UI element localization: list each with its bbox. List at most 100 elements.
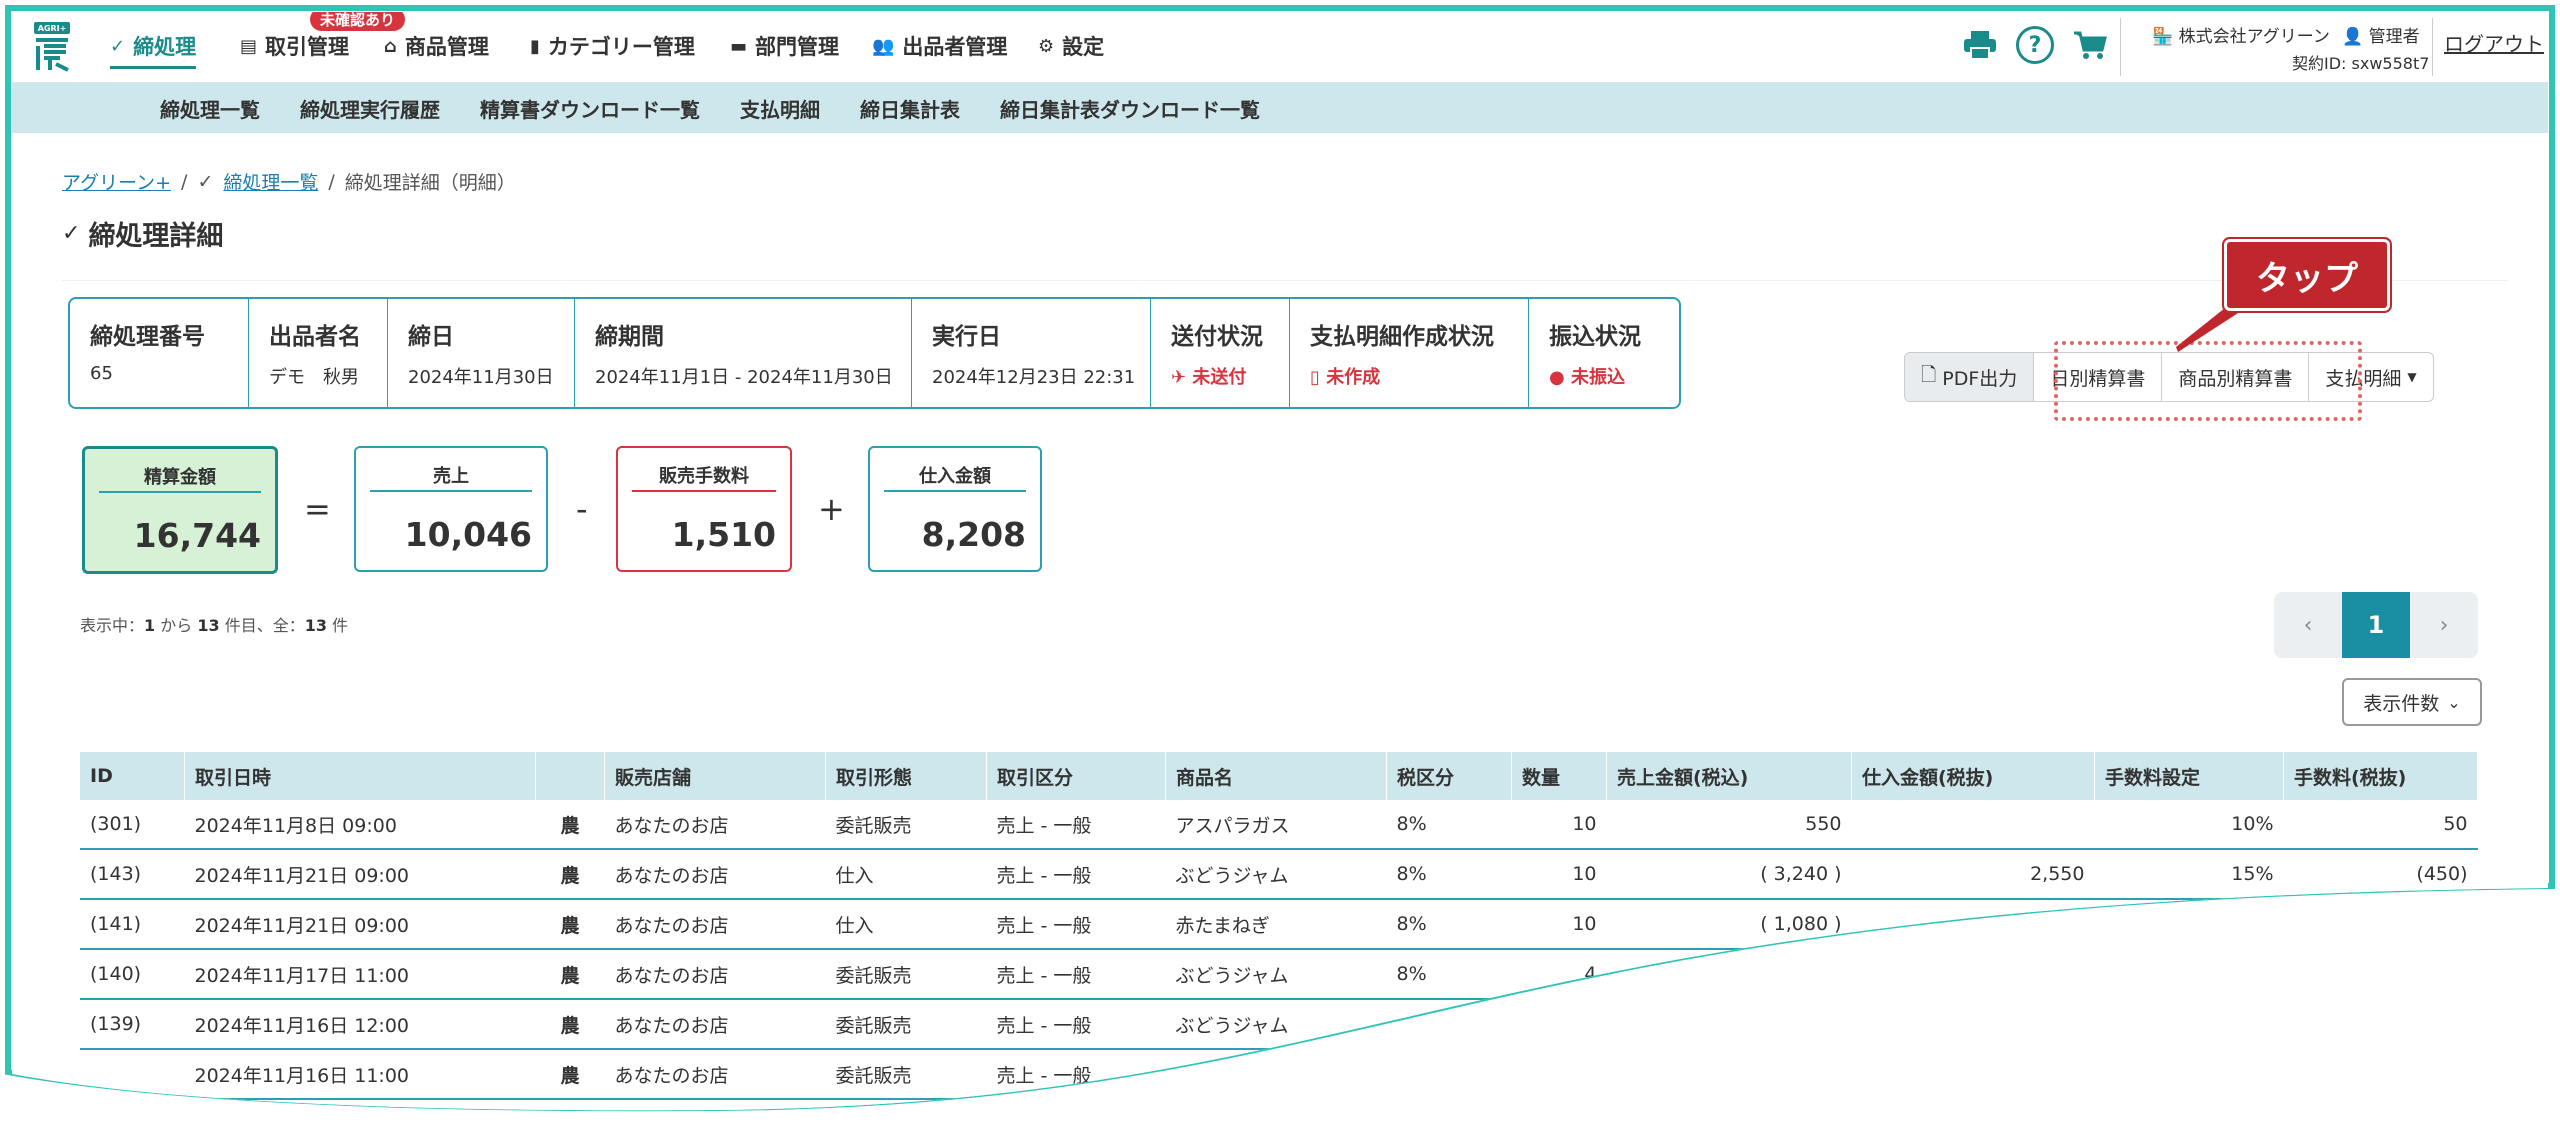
subnav-summary[interactable]: 締日集計表 [860,94,960,123]
col-purchase[interactable]: 仕入金額(税抜) [1852,752,2095,800]
info-send-status: 送付状況 ✈ 未送付 [1151,299,1290,407]
subnav-summary-download[interactable]: 締日集計表ダウンロード一覧 [1000,94,1260,123]
nav-category[interactable]: ▮ カテゴリー管理 [530,28,695,64]
nav-shohin[interactable]: ⌂ 商品管理 [384,28,489,64]
tap-callout: タップ [2227,242,2387,308]
nav-bumon[interactable]: ▬ 部門管理 [730,28,839,64]
transfer-status-value: ● 未振込 [1549,363,1659,389]
info-payment-status: 支払明細作成状況 ▯ 未作成 [1290,299,1529,407]
pagination-prev[interactable]: ‹ [2274,592,2342,658]
cell-shop-icon: 農 [536,849,605,899]
send-icon: ✈ [1171,367,1187,388]
table-row[interactable]: (301) 2024年11月8日 09:00 農あなたのお店 委託販売 売上 - 一般ア… [80,800,2478,849]
pagination: ‹ 1 › [2274,592,2478,658]
logo-icon[interactable]: AGRI+ [30,20,74,72]
table-row[interactable]: (143) 2024年11月21日 09:00 農あなたのお店 仕入 売上 - 一般 ぶど… [80,849,2478,899]
info-header: 出品者名 [269,324,361,350]
check-circle-icon: ✓ [110,35,126,57]
col-product[interactable]: 商品名 [1166,752,1387,800]
cell-tax: 8% [1387,949,1512,999]
cell-product: ぶどうジャム [1166,849,1387,899]
cell-store: あなたのお店 [605,800,826,849]
folder-icon: ▬ [730,35,748,57]
nav-settings[interactable]: ⚙ 設定 [1038,28,1104,64]
nav-torihiki[interactable]: ▤ 取引管理 [240,28,349,64]
cell-fee-setting: 15% [2095,849,2284,899]
cell-category: 売上 - 一般 [987,899,1166,949]
col-type[interactable]: 取引形態 [826,752,987,800]
subnav-payment[interactable]: 支払明細 [740,94,820,123]
contract-id: 契約ID: sxw558t7 [2292,54,2430,73]
col-category[interactable]: 取引区分 [987,752,1166,800]
cell-fee-setting: 10% [2095,800,2284,849]
highlight-dotted-box [2054,341,2362,421]
fee-label: 販売手数料 [632,462,776,492]
cell-product: アスパラガス [1166,800,1387,849]
cell-store: あなたのお店 [605,949,826,999]
cell-id: (301) [80,800,185,849]
nav-label: カテゴリー管理 [547,35,695,59]
cell-quantity: 10 [1512,899,1607,949]
cell-category: 売上 - 一般 [987,800,1166,849]
nav-label: 締処理 [133,35,197,59]
cart-icon[interactable] [2072,27,2108,63]
per-page-dropdown[interactable]: 表示件数 ⌄ [2342,678,2482,726]
logout-link[interactable]: ログアウト [2444,28,2544,57]
cell-purchase: 2,550 [1852,849,2095,899]
nav-shupinsha[interactable]: 👥 出品者管理 [872,28,1007,64]
cell-quantity: 10 [1512,800,1607,849]
nav-shimeshori[interactable]: ✓ 締処理 [110,28,196,69]
pagination-next[interactable]: › [2410,592,2478,658]
company-label: 株式会社アグリーン [2178,27,2330,47]
col-id[interactable]: ID [80,752,185,800]
col-sales[interactable]: 売上金額(税込) [1607,752,1852,800]
col-datetime[interactable]: 取引日時 [185,752,536,800]
cell-product: 赤たまねぎ [1166,899,1387,949]
cell-type: 委託販売 [826,999,987,1049]
pdf-export-button[interactable]: 🗋 PDF出力 [1905,353,2034,401]
col-store[interactable]: 販売店舗 [605,752,826,800]
cell-tax: 8% [1387,800,1512,849]
subnav-history[interactable]: 締処理実行履歴 [300,94,440,123]
check-circle-icon: ✓ [62,221,81,246]
cell-store: あなたのお店 [605,1049,826,1099]
purchase-box: 仕入金額 8,208 [868,446,1042,572]
purchase-value: 8,208 [921,515,1026,554]
col-tax[interactable]: 税区分 [1387,752,1512,800]
breadcrumb-current: 締処理詳細（明細） [344,172,516,194]
cell-shop-icon: 農 [536,899,605,949]
status-text: 未振込 [1571,367,1625,388]
subnav-shime-list[interactable]: 締処理一覧 [160,94,260,123]
per-page-label: 表示件数 [2363,692,2440,715]
info-value: デモ 秋男 [269,367,359,388]
subnav-download[interactable]: 精算書ダウンロード一覧 [480,94,700,123]
count-part: 表示中： [80,616,145,635]
button-label: PDF出力 [1942,367,2018,390]
breadcrumb-list[interactable]: 締処理一覧 [223,168,318,195]
printer-icon[interactable] [1962,27,1998,63]
col-fee[interactable]: 手数料(税抜) [2284,752,2478,800]
help-icon[interactable]: ? [2016,26,2054,64]
sub-navbar: 締処理一覧 締処理実行履歴 精算書ダウンロード一覧 支払明細 締日集計表 締日集… [12,83,2548,133]
status-text: 未送付 [1192,367,1247,388]
info-header: 送付状況 [1171,324,1263,350]
fee-value: 1,510 [671,515,776,554]
info-header: 振込状況 [1549,324,1641,350]
user-icon: 👤 [2342,27,2364,47]
basket-icon: ⌂ [384,35,397,57]
minus-operator: - [576,490,588,528]
col-fee-setting[interactable]: 手数料設定 [2095,752,2284,800]
col-icon [536,752,605,800]
col-quantity[interactable]: 数量 [1512,752,1607,800]
cell-datetime: 2024年11月17日 11:00 [185,949,536,999]
sales-label: 売上 [370,462,532,492]
cell-category: 売上 - 一般 [987,999,1166,1049]
cell-type: 仕入 [826,899,987,949]
cell-id: (139) [80,999,185,1049]
breadcrumb-home[interactable]: アグリーン+ [62,168,171,195]
shime-info-table: 締処理番号 65 出品者名 デモ 秋男 締日 2024年11月30日 締期間 2… [68,297,1681,409]
breadcrumb-separator: / [328,170,335,193]
cell-shop-icon: 農 [536,1049,605,1099]
pagination-page-1[interactable]: 1 [2342,592,2410,658]
info-header: 実行日 [932,324,1001,350]
